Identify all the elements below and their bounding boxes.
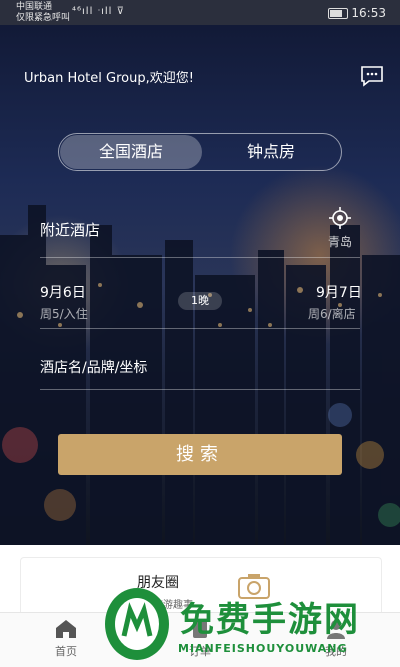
search-button[interactable]: 搜索 <box>58 434 342 475</box>
checkout-date[interactable]: 9月7日 <box>316 282 362 302</box>
carrier-name: 中国联通 <box>16 2 53 12</box>
watermark-subtitle: MIANFEISHOUYOUWANG <box>178 642 348 655</box>
tab-hourly-rooms[interactable]: 钟点房 <box>201 135 341 169</box>
divider <box>40 257 360 258</box>
greeting-text: Urban Hotel Group,欢迎您! <box>24 71 194 86</box>
current-city[interactable]: 青岛 <box>328 233 352 250</box>
hero-banner: Urban Hotel Group,欢迎您! 全国酒店 钟点房 附近酒店 青岛 … <box>0 25 400 545</box>
nav-home[interactable]: 首页 <box>36 619 96 659</box>
nights-badge: 1晚 <box>178 292 222 310</box>
checkin-weekday: 周5/入住 <box>40 307 88 321</box>
clock: 16:53 <box>351 6 386 20</box>
carrier-status: 仅限紧急呼叫 <box>16 13 71 23</box>
checkin-date[interactable]: 9月6日 <box>40 282 86 302</box>
battery-icon <box>328 8 348 19</box>
hotel-type-tabs: 全国酒店 钟点房 <box>58 133 342 171</box>
watermark: 免费手游网 MIANFEISHOUYOUWANG <box>100 582 400 666</box>
keyword-input[interactable]: 酒店名/品牌/坐标 <box>40 357 147 377</box>
nearby-hotels-field[interactable]: 附近酒店 <box>40 219 100 240</box>
locate-icon[interactable] <box>329 207 351 229</box>
home-icon <box>56 620 76 638</box>
carrier-info: 中国联通 仅限紧急呼叫 <box>16 2 70 24</box>
chat-bubble-icon[interactable] <box>360 65 384 87</box>
divider <box>40 328 360 329</box>
tab-national-hotels[interactable]: 全国酒店 <box>60 135 202 169</box>
signal-icons: ⁴⁶ıll ᐧıll ⊽ <box>72 6 125 17</box>
divider <box>40 389 360 390</box>
watermark-title: 免费手游网 <box>180 600 360 640</box>
status-bar: 中国联通 仅限紧急呼叫 ⁴⁶ıll ᐧıll ⊽ 16:53 <box>0 0 400 25</box>
watermark-logo <box>105 588 169 660</box>
nav-home-label: 首页 <box>55 645 77 658</box>
checkout-weekday: 周6/离店 <box>308 307 356 321</box>
